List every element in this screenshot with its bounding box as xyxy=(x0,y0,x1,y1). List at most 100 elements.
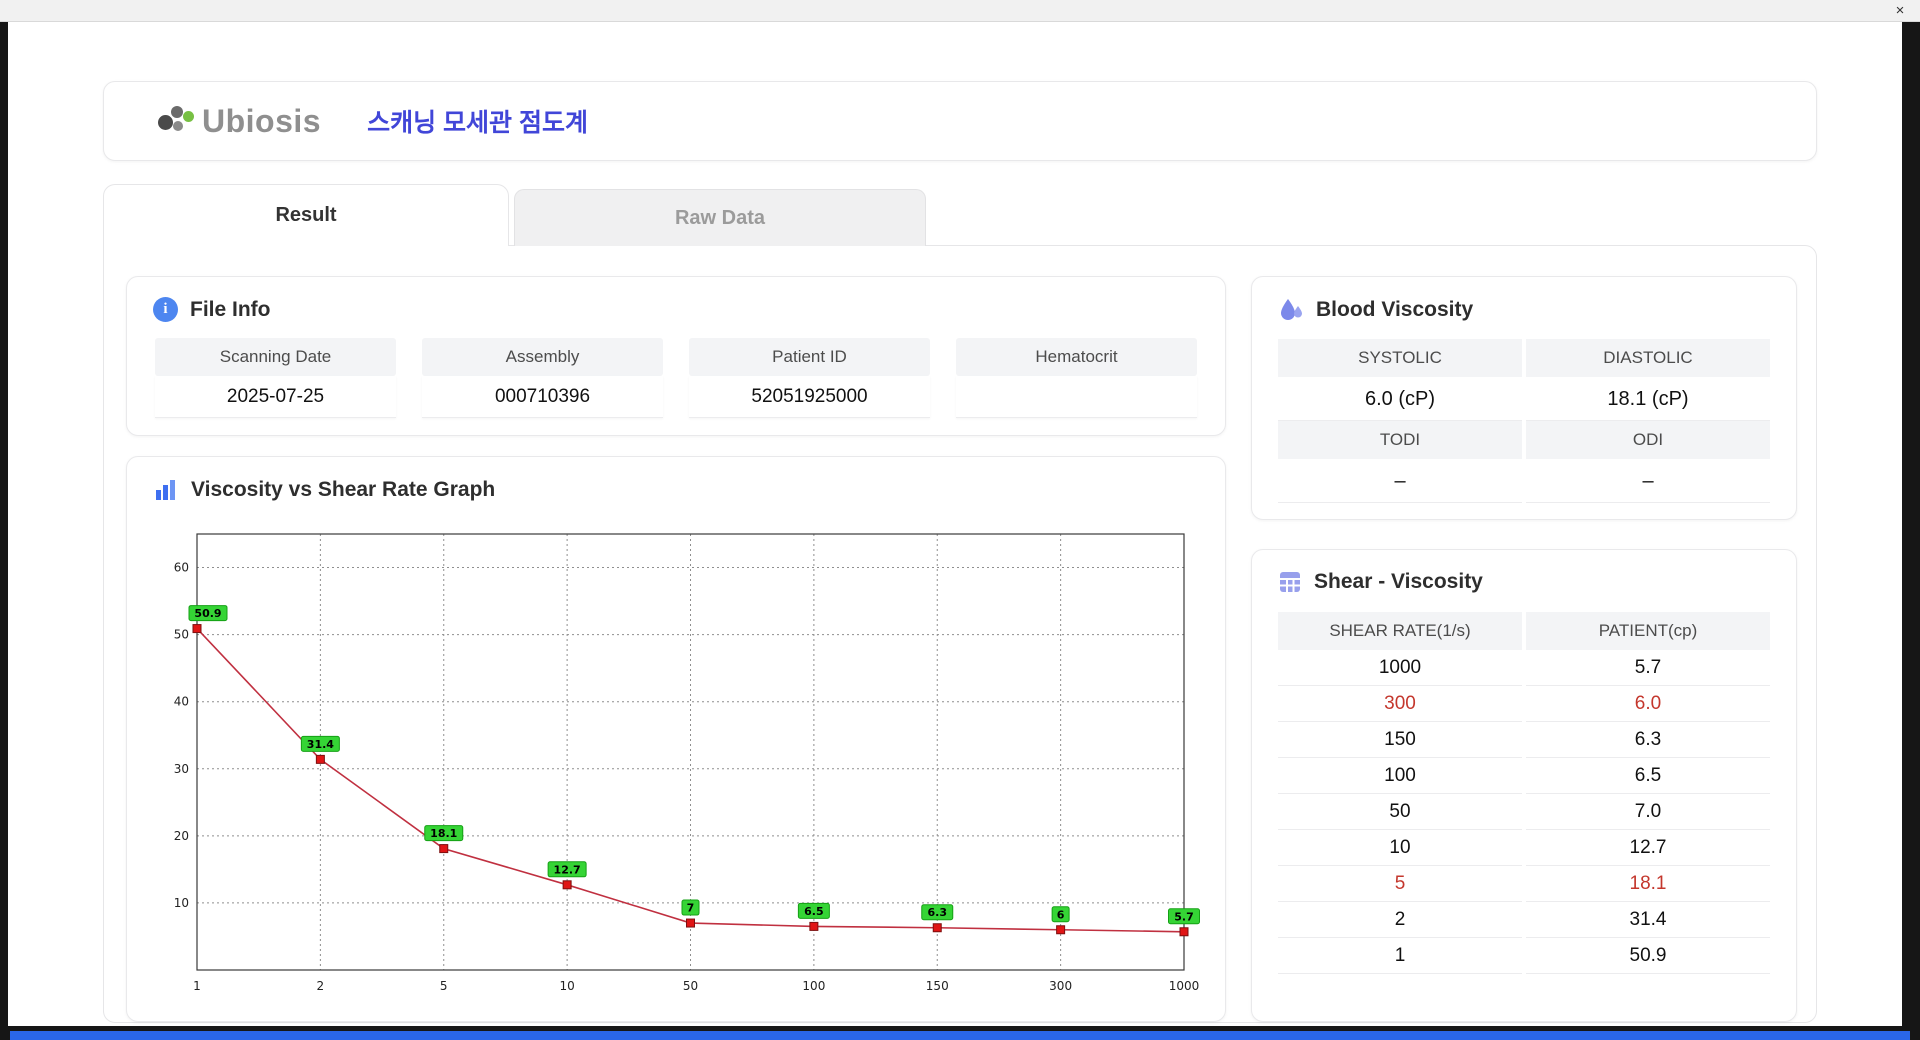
table-row: 10 12.7 xyxy=(1278,830,1770,866)
shear-rate-cell: 1000 xyxy=(1278,650,1522,686)
field-label: Assembly xyxy=(422,338,663,376)
blood-viscosity-grid: SYSTOLIC DIASTOLIC 6.0 (cP) 18.1 (cP) TO… xyxy=(1252,323,1796,503)
blood-viscosity-title: Blood Viscosity xyxy=(1316,298,1474,321)
todi-label: TODI xyxy=(1278,421,1522,459)
patient-cp-cell: 50.9 xyxy=(1526,938,1770,974)
logo-icon xyxy=(156,101,196,141)
info-icon: i xyxy=(153,297,178,322)
table-icon xyxy=(1278,570,1302,594)
svg-text:12.7: 12.7 xyxy=(554,863,581,876)
shear-rate-cell: 300 xyxy=(1278,686,1522,722)
svg-text:6.3: 6.3 xyxy=(928,906,948,919)
svg-text:10: 10 xyxy=(559,979,574,993)
diastolic-value: 18.1 (cP) xyxy=(1526,377,1770,421)
field-scanning-date: Scanning Date 2025-07-25 xyxy=(155,338,396,418)
shear-rate-cell: 1 xyxy=(1278,938,1522,974)
table-row: 150 6.3 xyxy=(1278,722,1770,758)
blood-viscosity-card: Blood Viscosity SYSTOLIC DIASTOLIC 6.0 (… xyxy=(1251,276,1797,520)
svg-text:20: 20 xyxy=(174,829,189,843)
droplet-icon xyxy=(1278,297,1304,323)
svg-text:150: 150 xyxy=(926,979,949,993)
svg-text:2: 2 xyxy=(317,979,325,993)
table-row: 1 50.9 xyxy=(1278,938,1770,974)
shear-rate-cell: 10 xyxy=(1278,830,1522,866)
table-row: 2 31.4 xyxy=(1278,902,1770,938)
bar-chart-icon xyxy=(153,477,179,503)
page-title: 스캐닝 모세관 점도계 xyxy=(367,109,588,137)
shear-viscosity-table: SHEAR RATE(1/s) PATIENT(cp) 1000 5.7 300 6.… xyxy=(1252,594,1796,974)
logo: Ubiosis xyxy=(156,101,321,141)
shear-rate-cell: 150 xyxy=(1278,722,1522,758)
shear-table-body: 1000 5.7 300 6.0 150 6.3 100 6.5 50 7.0 10 12.7 5 18.… xyxy=(1278,650,1770,974)
svg-text:5: 5 xyxy=(440,979,448,993)
svg-text:6: 6 xyxy=(1057,908,1065,921)
patient-cp-cell: 6.5 xyxy=(1526,758,1770,794)
svg-text:1: 1 xyxy=(193,979,201,993)
blood-viscosity-title-row: Blood Viscosity xyxy=(1252,277,1796,323)
svg-text:30: 30 xyxy=(174,762,189,776)
field-value: 2025-07-25 xyxy=(155,376,396,418)
table-header-row: SHEAR RATE(1/s) PATIENT(cp) xyxy=(1278,612,1770,650)
svg-text:50.9: 50.9 xyxy=(194,607,221,620)
diastolic-label: DIASTOLIC xyxy=(1526,339,1770,377)
field-label: Scanning Date xyxy=(155,338,396,376)
table-row: 100 6.5 xyxy=(1278,758,1770,794)
shear-viscosity-title: Shear - Viscosity xyxy=(1314,570,1483,593)
patient-cp-cell: 31.4 xyxy=(1526,902,1770,938)
shear-rate-cell: 2 xyxy=(1278,902,1522,938)
chart-area: 10 20 30 40 50 60 1 2 5 10 50 100 150 300 1000 50.9 31.4… xyxy=(157,519,1202,1007)
field-hematocrit: Hematocrit xyxy=(956,338,1197,418)
patient-cp-cell: 5.7 xyxy=(1526,650,1770,686)
viscosity-graph-card: Viscosity vs Shear Rate Graph 10 20 30 40 50… xyxy=(126,456,1226,1022)
systolic-label: SYSTOLIC xyxy=(1278,339,1522,377)
field-value: 52051925000 xyxy=(689,376,930,418)
graph-title: Viscosity vs Shear Rate Graph xyxy=(191,478,496,501)
logo-text: Ubiosis xyxy=(202,102,322,139)
table-row: 50 7.0 xyxy=(1278,794,1770,830)
svg-text:18.1: 18.1 xyxy=(430,827,457,840)
file-info-card: i File Info Scanning Date 2025-07-25 Ass… xyxy=(126,276,1226,436)
patient-cp-cell: 12.7 xyxy=(1526,830,1770,866)
file-info-fields: Scanning Date 2025-07-25 Assembly 000710… xyxy=(127,322,1225,418)
svg-text:50: 50 xyxy=(683,979,698,993)
app-header: Ubiosis 스캐닝 모세관 점도계 xyxy=(103,81,1817,161)
file-info-title: File Info xyxy=(190,297,271,321)
patient-cp-cell: 6.3 xyxy=(1526,722,1770,758)
shear-viscosity-card: Shear - Viscosity SHEAR RATE(1/s) PATIEN… xyxy=(1251,549,1797,1022)
svg-text:10: 10 xyxy=(174,896,189,910)
patient-cp-cell: 7.0 xyxy=(1526,794,1770,830)
odi-label: ODI xyxy=(1526,421,1770,459)
svg-text:300: 300 xyxy=(1049,979,1072,993)
tab-result[interactable]: Result xyxy=(103,184,509,246)
todi-value: – xyxy=(1278,459,1522,503)
shear-viscosity-title-row: Shear - Viscosity xyxy=(1252,550,1796,594)
odi-value: – xyxy=(1526,459,1770,503)
shear-rate-cell: 5 xyxy=(1278,866,1522,902)
field-value: 000710396 xyxy=(422,376,663,418)
svg-text:60: 60 xyxy=(174,561,189,575)
svg-text:40: 40 xyxy=(174,695,189,709)
screen: × Ubiosis 스캐닝 모세관 점도계 Result Raw Data i … xyxy=(0,0,1920,1040)
tab-raw-data[interactable]: Raw Data xyxy=(514,189,926,246)
field-label: Hematocrit xyxy=(956,338,1197,376)
col-patient: PATIENT(cp) xyxy=(1526,612,1770,650)
field-assembly: Assembly 000710396 xyxy=(422,338,663,418)
shear-rate-cell: 50 xyxy=(1278,794,1522,830)
svg-text:1000: 1000 xyxy=(1169,979,1200,993)
graph-title-row: Viscosity vs Shear Rate Graph xyxy=(127,457,1225,503)
svg-text:6.5: 6.5 xyxy=(804,905,824,918)
svg-text:100: 100 xyxy=(802,979,825,993)
shear-rate-cell: 100 xyxy=(1278,758,1522,794)
close-icon[interactable]: × xyxy=(1890,1,1910,21)
col-shear-rate: SHEAR RATE(1/s) xyxy=(1278,612,1522,650)
svg-text:50: 50 xyxy=(174,628,189,642)
patient-cp-cell: 6.0 xyxy=(1526,686,1770,722)
systolic-value: 6.0 (cP) xyxy=(1278,377,1522,421)
table-row: 300 6.0 xyxy=(1278,686,1770,722)
table-row: 1000 5.7 xyxy=(1278,650,1770,686)
file-info-title-row: i File Info xyxy=(127,277,1225,322)
window-titlebar: × xyxy=(0,0,1920,22)
svg-text:31.4: 31.4 xyxy=(307,738,334,751)
field-label: Patient ID xyxy=(689,338,930,376)
bottom-accent-bar xyxy=(10,1031,1910,1040)
